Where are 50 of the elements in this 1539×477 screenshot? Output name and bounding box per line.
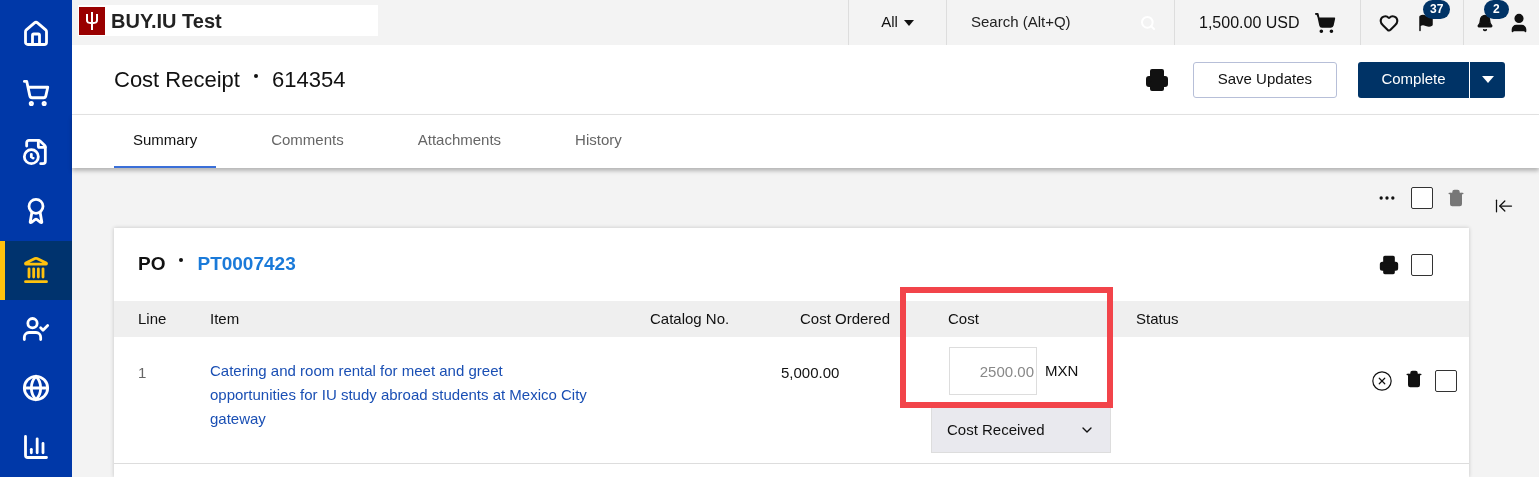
bell-icon[interactable]: [1476, 13, 1494, 32]
column-header: Cost Ordered: [800, 308, 892, 329]
po-number-link[interactable]: PT0007423: [197, 250, 296, 279]
complete-button[interactable]: Complete: [1358, 61, 1469, 98]
cancel-icon[interactable]: [1371, 370, 1393, 392]
page-title: Cost Receipt: [114, 66, 240, 94]
sidebar-item[interactable]: [0, 240, 72, 300]
bar-chart-icon: [22, 433, 50, 462]
bank-icon: [22, 256, 50, 285]
column-header: Status: [1135, 308, 1180, 329]
search-field[interactable]: Search (Alt+Q): [971, 11, 1140, 34]
print-icon[interactable]: [1144, 67, 1169, 92]
tab[interactable]: Comments: [252, 115, 363, 168]
caret-icon: [903, 19, 914, 26]
notification-badge: 37: [1423, 0, 1451, 19]
status-dropdown[interactable]: Cost Received: [931, 407, 1111, 453]
po-label: PO: [138, 252, 166, 277]
tab[interactable]: Attachments: [398, 115, 521, 168]
cart-icon: [22, 78, 50, 107]
line-number: 1: [138, 363, 148, 383]
users-check-icon: [22, 315, 50, 344]
document-clock-icon: [22, 137, 50, 166]
item-link[interactable]: Catering and room rental for meet and greet opportunities for IU study abroad students at Mexico City gateway: [210, 359, 590, 431]
column-header: Line: [138, 308, 168, 329]
flag-icon[interactable]: [1417, 13, 1435, 32]
checkbox[interactable]: [1411, 253, 1433, 276]
cost-input[interactable]: 2500.00: [949, 347, 1037, 395]
column-header: Item: [210, 308, 241, 329]
logo[interactable]: BUY.IU Test: [78, 5, 378, 36]
save-updates-button[interactable]: Save Updates: [1192, 61, 1337, 98]
receipt-number: 614354: [271, 66, 346, 94]
checkbox[interactable]: [1411, 187, 1433, 209]
home-icon: [22, 19, 50, 48]
trident-logo-icon: [79, 6, 105, 35]
cost-ordered-value: 5,000.00: [781, 363, 841, 383]
cart-icon: [1313, 11, 1336, 34]
column-header: Cost: [947, 308, 980, 329]
globe-icon: [22, 374, 50, 403]
checkbox[interactable]: [1435, 370, 1457, 392]
tab[interactable]: Summary: [114, 115, 217, 168]
column-header: Catalog No.: [650, 308, 731, 329]
logo-text: BUY.IU Test: [111, 8, 222, 34]
complete-options-button[interactable]: [1470, 61, 1505, 98]
caret-icon: [1481, 76, 1494, 83]
notification-badge: 2: [1484, 0, 1509, 19]
favorites-icon[interactable]: [1379, 12, 1399, 33]
tab[interactable]: History: [556, 115, 641, 168]
currency-label: MXN: [1045, 360, 1079, 381]
trash-icon[interactable]: [1405, 370, 1423, 388]
print-icon[interactable]: [1379, 254, 1399, 275]
